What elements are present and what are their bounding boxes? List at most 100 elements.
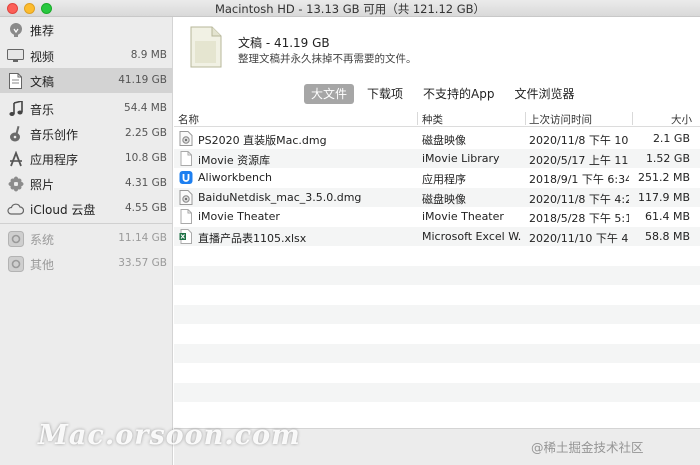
tab-file-browser[interactable]: 文件浏览器 — [507, 84, 581, 104]
column-header-name[interactable]: 名称 — [178, 112, 199, 127]
blank-file-icon — [179, 150, 193, 166]
row-last-accessed: 2020/5/17 上午 11:... — [529, 153, 629, 167]
row-size: 2.1 GB — [652, 132, 690, 145]
lightbulb-icon — [7, 21, 24, 38]
sidebar-item-label: 应用程序 — [30, 153, 79, 167]
cloud-icon — [7, 200, 24, 217]
table-row[interactable]: PS2020 直装版Mac.dmg 磁盘映像 2020/11/8 下午 10:.… — [174, 129, 700, 149]
empty-row — [174, 265, 700, 285]
row-name: iMovie 资源库 — [198, 153, 271, 167]
row-name: iMovie Theater — [198, 210, 280, 223]
blank-file-icon — [179, 209, 193, 224]
guitar-icon — [7, 125, 24, 142]
sidebar-item-label: 系统 — [30, 233, 55, 247]
sidebar-item-system[interactable]: 系统 11.14 GB — [0, 226, 173, 251]
tab-downloads[interactable]: 下载项 — [360, 84, 410, 104]
table-row[interactable]: BaiduNetdisk_mac_3.5.0.dmg 磁盘映像 2020/11/… — [174, 187, 700, 207]
tab-unsupported-apps[interactable]: 不支持的App — [416, 84, 501, 104]
row-last-accessed: 2018/9/1 下午 6:34 — [529, 173, 629, 186]
watermark-left: Mac.orsoon.com — [38, 420, 301, 451]
row-kind: 磁盘映像 — [422, 134, 466, 147]
row-size: 58.8 MB — [644, 229, 690, 243]
row-kind: iMovie Library — [422, 151, 500, 165]
tab-large-files[interactable]: 大文件 — [304, 84, 355, 104]
sidebar-item-size: 8.9 MB — [130, 49, 167, 61]
column-divider[interactable] — [632, 112, 633, 125]
excel-file-icon — [179, 228, 193, 244]
row-name: BaiduNetdisk_mac_3.5.0.dmg — [198, 190, 362, 204]
row-size: 117.9 MB — [637, 190, 690, 204]
document-icon — [7, 72, 24, 89]
empty-row — [174, 363, 700, 383]
row-kind: 应用程序 — [422, 173, 466, 186]
row-kind: Microsoft Excel W... — [422, 229, 522, 243]
gear-disk-icon — [7, 255, 24, 272]
row-size: 251.2 MB — [637, 171, 690, 184]
empty-row — [174, 246, 700, 266]
sidebar-item-documents[interactable]: 文稿 41.19 GB — [0, 68, 173, 93]
empty-row — [174, 402, 700, 422]
sidebar-item-size: 33.57 GB — [118, 257, 167, 269]
sidebar-item-size: 4.55 GB — [124, 202, 167, 214]
column-divider[interactable] — [525, 112, 526, 125]
row-last-accessed: 2020/11/10 下午 4:... — [529, 231, 629, 245]
table-row[interactable]: 直播产品表1105.xlsx Microsoft Excel W... 2020… — [174, 226, 700, 246]
title-bar: Macintosh HD - 13.13 GB 可用（共 121.12 GB） — [0, 0, 700, 17]
flower-icon — [7, 175, 24, 192]
row-name: PS2020 直装版Mac.dmg — [198, 134, 327, 147]
sidebar-item-size: 54.4 MB — [124, 102, 167, 114]
aliworkbench-app-icon — [179, 170, 193, 185]
column-header-last-accessed[interactable]: 上次访问时间 — [529, 112, 592, 127]
sidebar-item-label: 音乐创作 — [30, 128, 79, 142]
tab-bar: 大文件 下载项 不支持的App 文件浏览器 — [304, 84, 588, 104]
sidebar-item-applications[interactable]: 应用程序 10.8 GB — [0, 146, 173, 171]
empty-row — [174, 343, 700, 363]
disk-image-icon — [179, 189, 193, 205]
sidebar-item-label: 文稿 — [30, 75, 55, 89]
table-row[interactable]: Aliworkbench 应用程序 2018/9/1 下午 6:34 251.2… — [174, 168, 700, 188]
sidebar-item-icloud-drive[interactable]: iCloud 云盘 4.55 GB — [0, 196, 173, 221]
row-kind: iMovie Theater — [422, 210, 504, 223]
sidebar-item-size: 2.25 GB — [124, 127, 167, 139]
empty-row — [174, 304, 700, 324]
sidebar-item-size: 4.31 GB — [124, 177, 167, 189]
gear-disk-icon — [7, 230, 24, 247]
sidebar-item-music[interactable]: 音乐 54.4 MB — [0, 96, 173, 121]
empty-row — [174, 285, 700, 305]
column-header-size[interactable]: 大小 — [671, 112, 692, 127]
sidebar-item-recommended[interactable]: 推荐 — [0, 17, 173, 42]
music-note-icon — [7, 100, 24, 117]
sidebar-item-other[interactable]: 其他 33.57 GB — [0, 251, 173, 276]
sidebar-item-label: 音乐 — [30, 103, 55, 117]
row-kind: 磁盘映像 — [422, 192, 466, 206]
sidebar-item-photos[interactable]: 照片 4.31 GB — [0, 171, 173, 196]
sidebar-item-label: 推荐 — [30, 24, 55, 38]
sidebar-item-size: 41.19 GB — [118, 74, 167, 86]
documents-category-icon — [189, 26, 223, 68]
sidebar-item-label: 照片 — [30, 178, 55, 192]
app-store-icon — [7, 150, 24, 167]
files-table: 名称 种类 上次访问时间 大小 PS2020 直装版Mac.dmg 磁盘映像 2… — [174, 110, 700, 465]
sidebar-item-label: 其他 — [30, 258, 55, 272]
column-header-kind[interactable]: 种类 — [422, 112, 443, 127]
storage-management-window: Macintosh HD - 13.13 GB 可用（共 121.12 GB） … — [0, 0, 700, 465]
monitor-icon — [7, 47, 24, 64]
sidebar-item-label: iCloud 云盘 — [30, 203, 96, 217]
window-title: Macintosh HD - 13.13 GB 可用（共 121.12 GB） — [214, 2, 486, 16]
sidebar-item-video[interactable]: 视频 8.9 MB — [0, 43, 173, 68]
table-header: 名称 种类 上次访问时间 大小 — [174, 110, 700, 127]
table-row[interactable]: iMovie 资源库 iMovie Library 2020/5/17 上午 1… — [174, 148, 700, 168]
row-name: 直播产品表1105.xlsx — [198, 231, 307, 245]
empty-row — [174, 382, 700, 402]
row-last-accessed: 2020/11/8 下午 4:28 — [529, 192, 629, 206]
row-last-accessed: 2018/5/28 下午 5:11 — [529, 212, 629, 225]
sidebar: 推荐 视频 8.9 MB 文稿 41.19 GB 音乐 54.4 MB 音乐创作… — [0, 17, 173, 465]
row-last-accessed: 2020/11/8 下午 10:... — [529, 134, 629, 147]
sidebar-item-label: 视频 — [30, 50, 55, 64]
row-size: 1.52 GB — [645, 151, 690, 165]
sidebar-divider — [0, 223, 173, 224]
column-divider[interactable] — [417, 112, 418, 125]
sidebar-item-music-creation[interactable]: 音乐创作 2.25 GB — [0, 121, 173, 146]
row-name: Aliworkbench — [198, 171, 272, 184]
table-row[interactable]: iMovie Theater iMovie Theater 2018/5/28 … — [174, 207, 700, 227]
